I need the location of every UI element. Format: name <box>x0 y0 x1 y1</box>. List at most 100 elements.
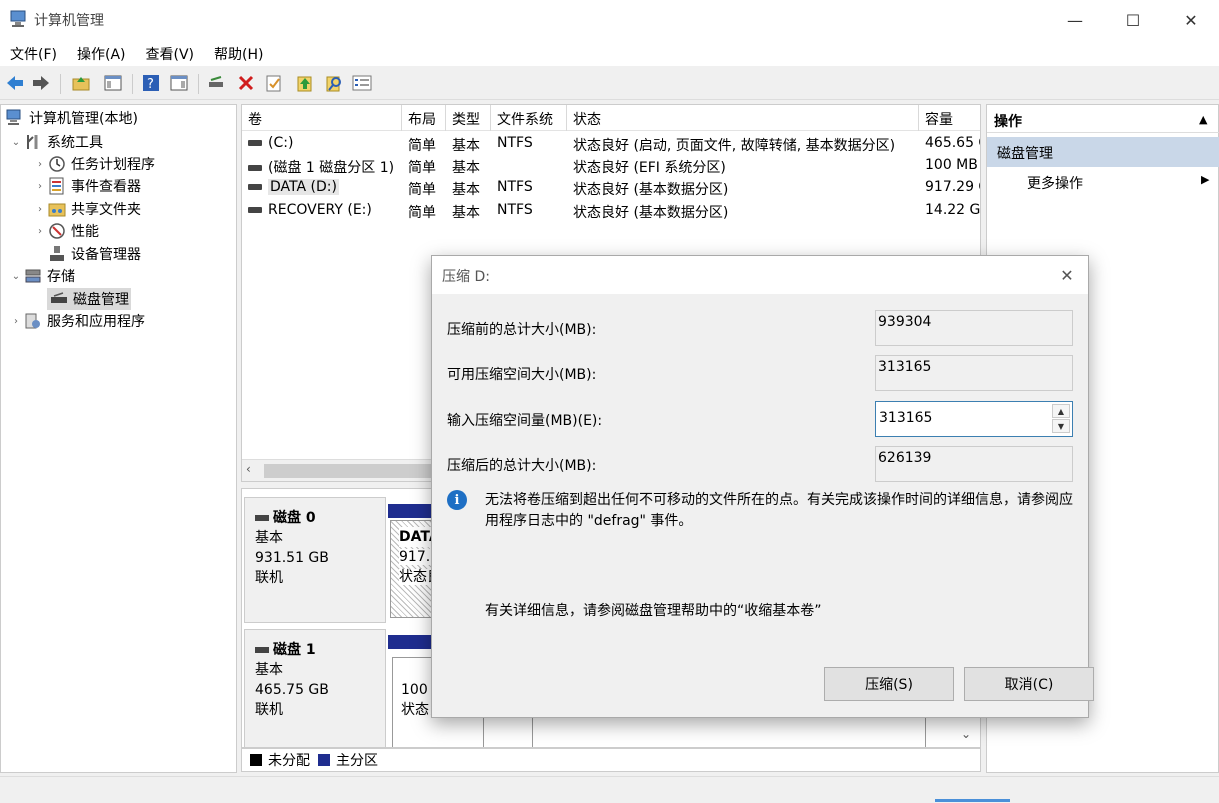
collapsed-chevron-icon[interactable]: › <box>9 316 23 327</box>
tree-node-performance[interactable]: › 性能 <box>33 220 99 242</box>
show-hide-tree-icon[interactable] <box>102 72 124 94</box>
unallocated-swatch <box>250 754 262 766</box>
column-header-capacity[interactable]: 容量 <box>919 105 980 131</box>
tree-label: 系统工具 <box>47 135 103 151</box>
legend-primary: 主分区 <box>336 753 378 769</box>
device-manager-icon <box>47 245 67 263</box>
scroll-down-icon[interactable]: ⌄ <box>956 722 976 746</box>
collapsed-chevron-icon[interactable]: › <box>33 181 47 192</box>
tree-node-root[interactable]: 计算机管理(本地) <box>5 107 138 129</box>
tree-label: 性能 <box>71 224 99 240</box>
action-section-disk-management[interactable]: 磁盘管理 <box>987 137 1219 167</box>
status-cell: 状态良好 (启动, 页面文件, 故障转储, 基本数据分区) <box>573 138 896 154</box>
volume-name: (C:) <box>268 135 294 151</box>
maximize-button[interactable]: ☐ <box>1104 0 1162 40</box>
shrink-amount-stepper[interactable]: ▲ ▼ <box>875 401 1073 437</box>
collapsed-chevron-icon[interactable]: › <box>33 204 47 215</box>
toolbar-separator <box>132 74 133 94</box>
close-button[interactable]: ✕ <box>1162 0 1219 40</box>
list-view-icon[interactable] <box>351 72 373 94</box>
collapsed-chevron-icon[interactable]: › <box>33 226 47 237</box>
table-row[interactable]: DATA (D:) 简单 基本 NTFS 状态良好 (基本数据分区) 917.2… <box>242 177 980 199</box>
type-cell: 基本 <box>452 138 480 154</box>
dialog-close-button[interactable]: ✕ <box>1054 262 1080 288</box>
column-header-layout[interactable]: 布局 <box>402 105 446 131</box>
menu-file[interactable]: 文件(F) <box>0 40 67 66</box>
table-row[interactable]: (磁盘 1 磁盘分区 1) 简单 基本 状态良好 (EFI 系统分区) 100 … <box>242 155 980 177</box>
status-cell: 状态良好 (基本数据分区) <box>573 182 729 198</box>
tree-label: 服务和应用程序 <box>47 314 145 330</box>
tree-node-storage[interactable]: ⌄ 存储 <box>9 265 75 287</box>
expanded-chevron-icon[interactable]: ⌄ <box>9 137 23 148</box>
tree-node-system-tools[interactable]: ⌄ 系统工具 <box>9 131 103 153</box>
disk-0-name: 磁盘 0 <box>273 510 316 526</box>
info-icon: i <box>447 490 467 510</box>
layout-cell: 简单 <box>408 138 436 154</box>
available-value: 313165 <box>875 355 1073 391</box>
submenu-arrow-icon: ▶ <box>1201 173 1210 186</box>
tree-node-services-apps[interactable]: › 服务和应用程序 <box>9 310 145 332</box>
tree-node-event-viewer[interactable]: › 事件查看器 <box>33 175 141 197</box>
more-actions-item[interactable]: 更多操作 <box>1027 173 1083 193</box>
table-row[interactable]: (C:) 简单 基本 NTFS 状态良好 (启动, 页面文件, 故障转储, 基本… <box>242 133 980 155</box>
forward-icon[interactable] <box>30 72 52 94</box>
shrink-button[interactable]: 压缩(S) <box>824 667 954 701</box>
tree-label: 设备管理器 <box>71 247 141 263</box>
event-viewer-icon <box>47 177 67 195</box>
available-label: 可用压缩空间大小(MB): <box>447 367 597 383</box>
spin-up-icon[interactable]: ▲ <box>1052 404 1070 418</box>
expanded-chevron-icon[interactable]: ⌄ <box>9 271 23 282</box>
scrollbar-thumb[interactable] <box>264 464 444 478</box>
tree-node-device-manager[interactable]: 设备管理器 <box>47 243 141 265</box>
export-icon[interactable] <box>294 72 316 94</box>
menu-action[interactable]: 操作(A) <box>67 40 136 66</box>
search-icon[interactable] <box>323 72 345 94</box>
volume-name: RECOVERY (E:) <box>268 202 372 218</box>
column-header-filesystem[interactable]: 文件系统 <box>491 105 567 131</box>
status-bar <box>0 776 1219 803</box>
menu-view[interactable]: 查看(V) <box>136 40 205 66</box>
column-header-status[interactable]: 状态 <box>567 105 919 131</box>
fs-cell: NTFS <box>497 179 533 195</box>
column-header-type[interactable]: 类型 <box>446 105 491 131</box>
capacity-cell: 917.29 G <box>925 179 980 195</box>
menu-help[interactable]: 帮助(H) <box>204 40 273 66</box>
cancel-button[interactable]: 取消(C) <box>964 667 1094 701</box>
collapse-up-icon[interactable]: ▲ <box>1199 113 1207 126</box>
total-before-value: 939304 <box>875 310 1073 346</box>
connect-drive-icon[interactable] <box>206 72 228 94</box>
services-icon <box>23 312 43 330</box>
disk-0-type: 基本 <box>255 530 283 546</box>
volume-name: (磁盘 1 磁盘分区 1) <box>268 160 395 176</box>
tree-node-disk-management[interactable]: 磁盘管理 <box>47 288 131 310</box>
type-cell: 基本 <box>452 160 480 176</box>
tree-node-shared-folders[interactable]: › 共享文件夹 <box>33 198 141 220</box>
spin-down-icon[interactable]: ▼ <box>1052 419 1070 433</box>
column-header-volume[interactable]: 卷 <box>242 105 402 131</box>
disk-0-info[interactable]: 磁盘 0 基本 931.51 GB 联机 <box>244 497 386 623</box>
minimize-button[interactable]: — <box>1046 0 1104 40</box>
disk-1-size: 465.75 GB <box>255 682 329 698</box>
disk-1-info[interactable]: 磁盘 1 基本 465.75 GB 联机 <box>244 629 386 747</box>
partition-c[interactable] <box>532 715 926 747</box>
fs-cell: NTFS <box>497 135 533 151</box>
disk-icon <box>255 647 269 653</box>
up-folder-icon[interactable] <box>70 72 92 94</box>
toolbar-separator <box>198 74 199 94</box>
help-icon[interactable]: ? <box>140 72 162 94</box>
legend-unallocated: 未分配 <box>268 753 310 769</box>
tree-label: 共享文件夹 <box>71 202 141 218</box>
tree-label: 任务计划程序 <box>71 157 155 173</box>
collapsed-chevron-icon[interactable]: › <box>33 159 47 170</box>
dialog-title-bar: 压缩 D: ✕ <box>432 256 1088 294</box>
tree-node-task-scheduler[interactable]: › 任务计划程序 <box>33 153 155 175</box>
scroll-left-icon[interactable]: ‹ <box>246 462 251 476</box>
properties-check-icon[interactable] <box>263 72 285 94</box>
shrink-amount-input[interactable] <box>879 404 1047 432</box>
table-row[interactable]: RECOVERY (E:) 简单 基本 NTFS 状态良好 (基本数据分区) 1… <box>242 200 980 222</box>
back-icon[interactable] <box>4 72 26 94</box>
show-action-pane-icon[interactable] <box>168 72 190 94</box>
disk-1-type: 基本 <box>255 662 283 678</box>
disk-0-size: 931.51 GB <box>255 550 329 566</box>
delete-icon[interactable] <box>235 72 257 94</box>
